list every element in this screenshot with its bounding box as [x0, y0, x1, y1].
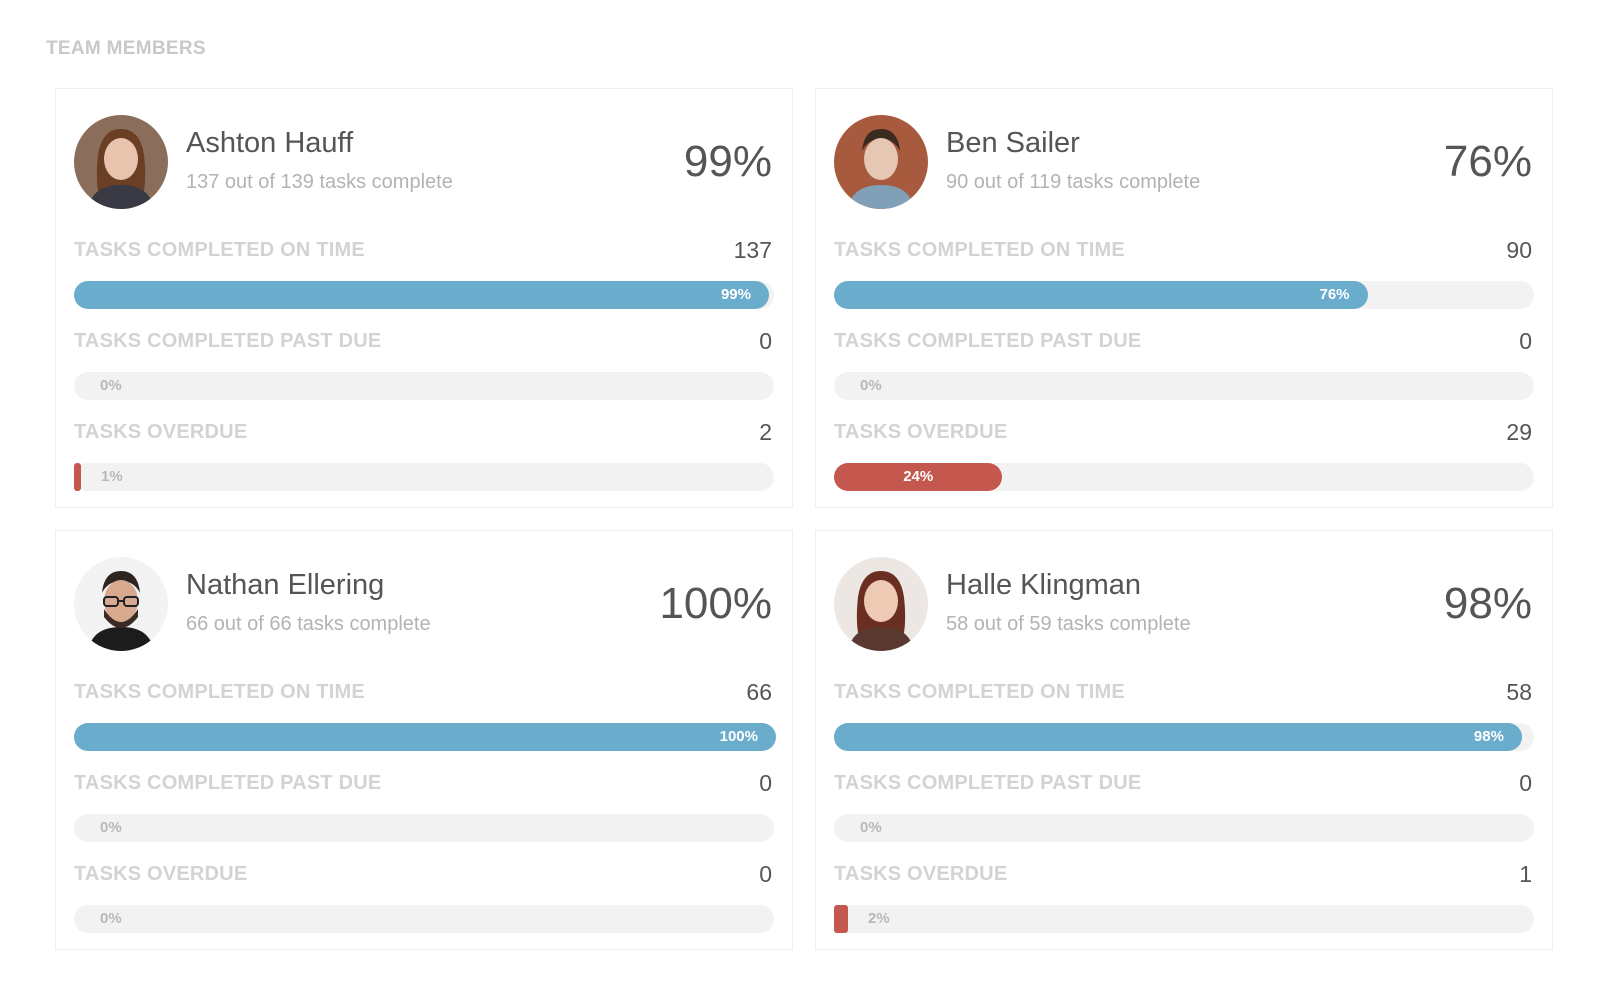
member-completion-percent: 98% — [1443, 579, 1532, 628]
progress-label: 2% — [868, 910, 890, 927]
progress-label: 98% — [1473, 728, 1504, 745]
metric-label: TASKS COMPLETED ON TIME — [74, 681, 365, 703]
progress-track: 2% — [834, 905, 1534, 933]
progress-label: 24% — [903, 468, 934, 485]
progress-track: 100% — [74, 723, 776, 751]
metric-value: 0 — [1519, 770, 1532, 796]
metric-overdue: TASKS OVERDUE 0 0% — [74, 861, 774, 933]
progress-fill — [74, 463, 82, 491]
member-task-summary: 58 out of 59 tasks complete — [946, 613, 1191, 635]
avatar — [74, 557, 168, 651]
progress-track: 98% — [834, 723, 1534, 751]
metric-value: 66 — [746, 679, 772, 705]
progress-fill: 99% — [74, 281, 769, 309]
member-header: Ben Sailer 90 out of 119 tasks complete 76… — [834, 115, 1534, 211]
metric-label: TASKS COMPLETED ON TIME — [834, 239, 1125, 261]
progress-fill: 76% — [834, 281, 1368, 309]
metric-value: 90 — [1506, 237, 1532, 263]
metric-on-time: TASKS COMPLETED ON TIME 58 98% — [834, 679, 1534, 751]
metric-past-due: TASKS COMPLETED PAST DUE 0 0% — [834, 328, 1534, 400]
progress-label: 100% — [719, 728, 758, 745]
progress-label: 99% — [720, 286, 751, 303]
metric-label: TASKS OVERDUE — [74, 421, 248, 443]
metric-on-time: TASKS COMPLETED ON TIME 66 100% — [74, 679, 776, 751]
metric-value: 0 — [759, 770, 772, 796]
metric-label: TASKS COMPLETED PAST DUE — [834, 330, 1142, 352]
metric-value: 137 — [733, 237, 772, 263]
progress-label: 0% — [100, 910, 122, 927]
member-card[interactable]: Nathan Ellering 66 out of 66 tasks comple… — [55, 530, 793, 950]
metric-label: TASKS COMPLETED ON TIME — [834, 681, 1125, 703]
team-dashboard: TEAM MEMBERS Ashton Hauff 137 out of 139 … — [0, 0, 1600, 982]
progress-track: 0% — [834, 372, 1534, 400]
metric-on-time: TASKS COMPLETED ON TIME 90 76% — [834, 237, 1534, 309]
member-header: Ashton Hauff 137 out of 139 tasks complet… — [74, 115, 774, 211]
progress-track: 0% — [74, 372, 774, 400]
metric-value: 0 — [1519, 328, 1532, 354]
metric-overdue: TASKS OVERDUE 29 24% — [834, 419, 1534, 491]
member-task-summary: 137 out of 139 tasks complete — [186, 171, 453, 193]
member-card[interactable]: Ashton Hauff 137 out of 139 tasks complet… — [55, 88, 793, 508]
metric-value: 1 — [1519, 861, 1532, 887]
member-header: Halle Klingman 58 out of 59 tasks complet… — [834, 557, 1534, 653]
progress-label: 76% — [1319, 286, 1350, 303]
metric-value: 0 — [759, 861, 772, 887]
member-card[interactable]: Halle Klingman 58 out of 59 tasks complet… — [815, 530, 1553, 950]
metric-label: TASKS COMPLETED ON TIME — [74, 239, 365, 261]
avatar — [834, 115, 928, 209]
member-completion-percent: 99% — [683, 137, 772, 186]
metric-overdue: TASKS OVERDUE 1 2% — [834, 861, 1534, 933]
progress-label: 0% — [100, 377, 122, 394]
member-completion-percent: 100% — [659, 579, 772, 628]
metric-past-due: TASKS COMPLETED PAST DUE 0 0% — [74, 770, 774, 842]
progress-track: 1% — [74, 463, 774, 491]
metric-label: TASKS COMPLETED PAST DUE — [74, 330, 382, 352]
member-name[interactable]: Halle Klingman — [946, 569, 1141, 602]
member-name[interactable]: Ben Sailer — [946, 127, 1080, 160]
metric-label: TASKS COMPLETED PAST DUE — [834, 772, 1142, 794]
member-completion-percent: 76% — [1443, 137, 1532, 186]
progress-label: 1% — [101, 468, 123, 485]
metric-label: TASKS OVERDUE — [74, 863, 248, 885]
metric-label: TASKS OVERDUE — [834, 863, 1008, 885]
progress-track: 0% — [74, 814, 774, 842]
avatar — [834, 557, 928, 651]
member-header: Nathan Ellering 66 out of 66 tasks comple… — [74, 557, 774, 653]
metric-overdue: TASKS OVERDUE 2 1% — [74, 419, 774, 491]
progress-track: 24% — [834, 463, 1534, 491]
progress-track: 0% — [74, 905, 774, 933]
metric-label: TASKS COMPLETED PAST DUE — [74, 772, 382, 794]
progress-fill — [834, 905, 849, 933]
progress-label: 0% — [860, 377, 882, 394]
metric-value: 58 — [1506, 679, 1532, 705]
progress-fill: 100% — [74, 723, 776, 751]
metric-value: 0 — [759, 328, 772, 354]
progress-fill: 98% — [834, 723, 1522, 751]
member-task-summary: 90 out of 119 tasks complete — [946, 171, 1201, 193]
member-task-summary: 66 out of 66 tasks complete — [186, 613, 431, 635]
progress-track: 99% — [74, 281, 774, 309]
progress-label: 0% — [860, 819, 882, 836]
metric-past-due: TASKS COMPLETED PAST DUE 0 0% — [74, 328, 774, 400]
progress-fill: 24% — [834, 463, 1003, 491]
metric-on-time: TASKS COMPLETED ON TIME 137 99% — [74, 237, 774, 309]
progress-label: 0% — [100, 819, 122, 836]
avatar — [74, 115, 168, 209]
metric-past-due: TASKS COMPLETED PAST DUE 0 0% — [834, 770, 1534, 842]
member-card[interactable]: Ben Sailer 90 out of 119 tasks complete 76… — [815, 88, 1553, 508]
member-name[interactable]: Nathan Ellering — [186, 569, 384, 602]
member-name[interactable]: Ashton Hauff — [186, 127, 353, 160]
progress-track: 0% — [834, 814, 1534, 842]
metric-label: TASKS OVERDUE — [834, 421, 1008, 443]
metric-value: 29 — [1506, 419, 1532, 445]
progress-track: 76% — [834, 281, 1534, 309]
metric-value: 2 — [759, 419, 772, 445]
team-members-grid: Ashton Hauff 137 out of 139 tasks complet… — [0, 0, 1600, 982]
